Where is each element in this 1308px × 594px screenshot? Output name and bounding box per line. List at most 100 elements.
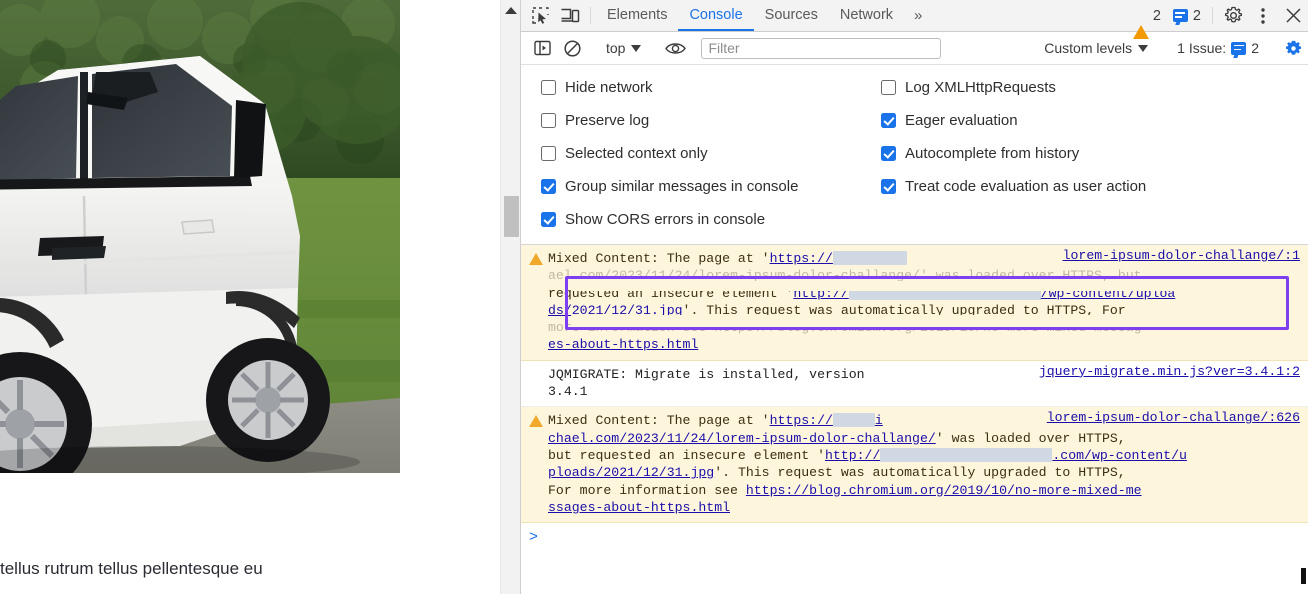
redaction-block-3 xyxy=(832,413,875,428)
message-counter[interactable]: 2 xyxy=(1167,0,1207,31)
console-entry-jqmigrate[interactable]: JQMIGRATE: Migrate is installed, version… xyxy=(521,360,1308,408)
tabbar-spacer xyxy=(932,0,1126,31)
tab-elements-label: Elements xyxy=(607,6,668,23)
log-levels-label: Custom levels xyxy=(1044,40,1133,56)
checkbox-group-similar[interactable] xyxy=(541,179,556,194)
checkbox-show-cors-errors[interactable] xyxy=(541,212,556,227)
setting-hide-network-label: Hide network xyxy=(565,79,653,96)
warning-triangle-icon-1 xyxy=(529,250,548,354)
setting-treat-code-eval[interactable]: Treat code evaluation as user action xyxy=(881,172,1308,201)
filter-input[interactable] xyxy=(701,37,942,59)
console-prompt-caret: > xyxy=(529,529,539,547)
device-toolbar-icon[interactable] xyxy=(555,0,585,31)
context-selector-label: top xyxy=(606,40,626,56)
console-settings-right-column: Log XMLHttpRequests Eager evaluation Aut… xyxy=(881,73,1308,234)
checkbox-eager-evaluation[interactable] xyxy=(881,113,896,128)
entry1-link-https[interactable]: https:// xyxy=(770,251,833,266)
console-entry-1-text: Mixed Content: The page at 'https:// ael… xyxy=(548,250,1302,354)
entry3-line1a: Mixed Content: The page at ' xyxy=(548,413,770,429)
entry3-line5-link[interactable]: https://blog.chromium.org/2019/10/no-mor… xyxy=(746,483,1142,498)
issues-settings-icon[interactable] xyxy=(1278,40,1308,57)
toolbar-divider xyxy=(590,7,591,24)
more-tabs-button[interactable]: » xyxy=(904,0,932,31)
console-entry-mixed-content-2[interactable]: Mixed Content: The page at 'https:// i ch… xyxy=(521,407,1308,524)
car-photo-graphic xyxy=(0,0,400,473)
setting-selected-context-only-label: Selected context only xyxy=(565,145,708,162)
inspect-element-icon[interactable] xyxy=(525,0,555,31)
clear-console-icon[interactable] xyxy=(557,39,587,57)
console-entry-3-source[interactable]: lorem-ipsum-dolor-challange/:626 xyxy=(1047,410,1300,425)
tab-network[interactable]: Network xyxy=(829,0,904,31)
gear-icon[interactable] xyxy=(1218,0,1248,31)
tab-console[interactable]: Console xyxy=(678,0,754,31)
console-log-area[interactable]: Mixed Content: The page at 'https:// ael… xyxy=(521,245,1308,594)
setting-group-similar[interactable]: Group similar messages in console xyxy=(541,172,881,201)
console-sidebar-icon[interactable] xyxy=(527,40,557,56)
warning-triangle-icon xyxy=(1132,9,1149,39)
console-entry-2-source[interactable]: jquery-migrate.min.js?ver=3.4.1:2 xyxy=(1039,364,1300,379)
checkbox-treat-code-eval[interactable] xyxy=(881,179,896,194)
more-options-icon[interactable] xyxy=(1248,0,1278,31)
tab-elements[interactable]: Elements xyxy=(596,0,678,31)
issues-label: 1 Issue: xyxy=(1177,40,1227,56)
devtools-panel: Elements Console Sources Network » 2 2 t… xyxy=(520,0,1308,594)
scroll-up-arrow-icon[interactable] xyxy=(504,3,518,17)
clear-glyph xyxy=(563,39,581,57)
checkbox-selected-context-only[interactable] xyxy=(541,146,556,161)
entry3-link-http[interactable]: http:// xyxy=(825,448,880,463)
context-selector[interactable]: top xyxy=(598,40,649,56)
redaction-block-1 xyxy=(832,251,907,265)
setting-eager-evaluation[interactable]: Eager evaluation xyxy=(881,106,1308,135)
web-page-area: tellus rutrum tellus pellentesque eu xyxy=(0,0,500,594)
eye-glyph xyxy=(665,42,686,54)
warning-triangle-icon-2 xyxy=(529,412,548,516)
console-prompt-row[interactable]: > xyxy=(521,523,1308,552)
setting-log-xhr-label: Log XMLHttpRequests xyxy=(905,79,1056,96)
setting-autocomplete-history[interactable]: Autocomplete from history xyxy=(881,139,1308,168)
entry2-text-a: JQMIGRATE: Migrate is installed, version xyxy=(548,366,873,382)
warning-counter[interactable]: 2 xyxy=(1127,0,1167,39)
log-levels-selector[interactable]: Custom levels xyxy=(1034,40,1158,56)
setting-hide-network[interactable]: Hide network xyxy=(541,73,881,102)
entry3-line4-link[interactable]: ploads/2021/12/31.jpg xyxy=(548,465,714,480)
setting-show-cors-errors[interactable]: Show CORS errors in console xyxy=(541,205,881,234)
setting-preserve-log[interactable]: Preserve log xyxy=(541,106,881,135)
setting-log-xhr[interactable]: Log XMLHttpRequests xyxy=(881,73,1308,102)
entry3-line3-tail[interactable]: .com/wp-content/u xyxy=(1052,448,1187,463)
issues-button[interactable]: 1 Issue: 2 xyxy=(1169,40,1267,56)
entry1-line6-link[interactable]: es-about-https.html xyxy=(548,337,698,352)
browser-scrollbar[interactable] xyxy=(500,0,520,594)
message-bubble-icon xyxy=(1172,9,1188,22)
checkbox-preserve-log[interactable] xyxy=(541,113,556,128)
text-cursor xyxy=(1301,568,1306,584)
entry3-mi[interactable]: i xyxy=(875,413,883,428)
scrollbar-thumb[interactable] xyxy=(504,196,519,237)
close-glyph xyxy=(1285,8,1301,23)
tab-sources[interactable]: Sources xyxy=(754,0,829,31)
checkbox-hide-network[interactable] xyxy=(541,80,556,95)
entry3-link-https[interactable]: https:// xyxy=(770,413,833,428)
entry3-line4b: '. This request was automatically upgrad… xyxy=(714,465,1126,481)
gear-glyph xyxy=(1224,6,1242,23)
entry3-line6-link[interactable]: ssages-about-https.html xyxy=(548,500,730,515)
checkbox-autocomplete-history[interactable] xyxy=(881,146,896,161)
highlight-mask-bottom xyxy=(571,315,1283,327)
tab-sources-label: Sources xyxy=(764,6,818,23)
setting-selected-context-only[interactable]: Selected context only xyxy=(541,139,881,168)
close-icon[interactable] xyxy=(1278,0,1308,31)
entry1-line1a: Mixed Content: The page at ' xyxy=(548,251,770,266)
console-settings-left-column: Hide network Preserve log Selected conte… xyxy=(521,73,881,234)
entry3-line2-link[interactable]: chael.com/2023/11/24/lorem-ipsum-dolor-c… xyxy=(548,431,936,446)
issues-bubble-icon xyxy=(1231,41,1247,55)
issues-count: 2 xyxy=(1251,40,1259,56)
tab-console-label: Console xyxy=(689,6,743,23)
checkbox-log-xhr[interactable] xyxy=(881,80,896,95)
console-entry-mixed-content-1[interactable]: Mixed Content: The page at 'https:// ael… xyxy=(521,245,1308,361)
setting-eager-evaluation-label: Eager evaluation xyxy=(905,112,1018,129)
setting-group-similar-label: Group similar messages in console xyxy=(565,178,799,195)
inspect-element-glyph xyxy=(531,7,549,24)
kebab-glyph xyxy=(1261,7,1265,24)
live-expression-icon[interactable] xyxy=(660,41,690,56)
console-entry-1-source[interactable]: lorem-ipsum-dolor-challange/:1 xyxy=(1063,248,1300,263)
